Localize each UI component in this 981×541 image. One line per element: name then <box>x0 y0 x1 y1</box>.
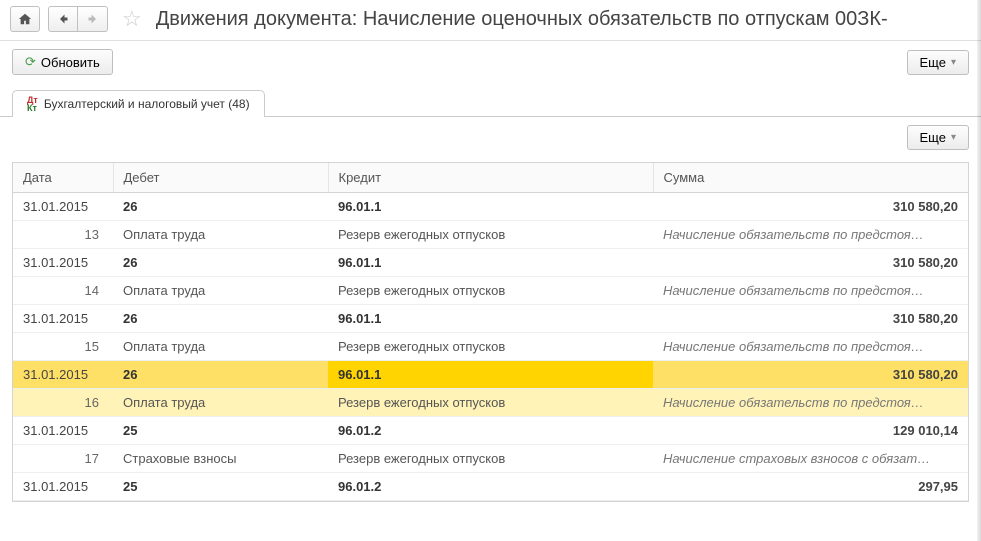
arrow-right-icon <box>87 13 99 25</box>
cell-debit: 26 <box>113 361 328 389</box>
cell-date: 31.01.2015 <box>13 305 113 333</box>
tab-accounting[interactable]: ДтКт Бухгалтерский и налоговый учет (48) <box>12 90 265 117</box>
cell-debit: 26 <box>113 305 328 333</box>
cell-note: Начисление обязательств по предстоя… <box>653 277 968 305</box>
table-row[interactable]: 31.01.20152696.01.1310 580,20 <box>13 361 968 389</box>
back-button[interactable] <box>48 6 78 32</box>
cell-seq: 13 <box>13 221 113 249</box>
table-detail-row[interactable]: 17Страховые взносыРезерв ежегодных отпус… <box>13 445 968 473</box>
cell-credit: 96.01.1 <box>328 361 653 389</box>
table-row[interactable]: 31.01.20152696.01.1310 580,20 <box>13 193 968 221</box>
cell-date: 31.01.2015 <box>13 193 113 221</box>
cell-note: Начисление обязательств по предстоя… <box>653 333 968 361</box>
table-row[interactable]: 31.01.20152596.01.2129 010,14 <box>13 417 968 445</box>
cell-debit-desc: Оплата труда <box>113 221 328 249</box>
table-row[interactable]: 31.01.20152696.01.1310 580,20 <box>13 249 968 277</box>
cell-credit: 96.01.2 <box>328 417 653 445</box>
cell-credit: 96.01.2 <box>328 473 653 501</box>
cell-credit-desc: Резерв ежегодных отпусков <box>328 445 653 473</box>
arrow-left-icon <box>57 13 69 25</box>
cell-seq: 17 <box>13 445 113 473</box>
cell-debit-desc: Оплата труда <box>113 389 328 417</box>
forward-button[interactable] <box>78 6 108 32</box>
tab-label: Бухгалтерский и налоговый учет (48) <box>44 97 250 111</box>
table-row[interactable]: 31.01.20152596.01.2297,95 <box>13 473 968 501</box>
cell-credit: 96.01.1 <box>328 249 653 277</box>
cell-sum: 129 010,14 <box>653 417 968 445</box>
cell-sum: 310 580,20 <box>653 193 968 221</box>
cell-credit-desc: Резерв ежегодных отпусков <box>328 389 653 417</box>
cell-sum: 310 580,20 <box>653 361 968 389</box>
cell-date: 31.01.2015 <box>13 473 113 501</box>
table-detail-row[interactable]: 14Оплата трудаРезерв ежегодных отпусковН… <box>13 277 968 305</box>
cell-date: 31.01.2015 <box>13 417 113 445</box>
col-sum[interactable]: Сумма <box>653 163 968 193</box>
cell-debit: 26 <box>113 249 328 277</box>
cell-debit: 25 <box>113 473 328 501</box>
cell-debit-desc: Оплата труда <box>113 333 328 361</box>
cell-debit: 26 <box>113 193 328 221</box>
cell-credit-desc: Резерв ежегодных отпусков <box>328 277 653 305</box>
table-detail-row[interactable]: 13Оплата трудаРезерв ежегодных отпусковН… <box>13 221 968 249</box>
refresh-icon: ⟳ <box>25 54 36 70</box>
cell-sum: 310 580,20 <box>653 305 968 333</box>
col-credit[interactable]: Кредит <box>328 163 653 193</box>
cell-seq: 15 <box>13 333 113 361</box>
cell-note: Начисление обязательств по предстоя… <box>653 221 968 249</box>
table-row[interactable]: 31.01.20152696.01.1310 580,20 <box>13 305 968 333</box>
cell-sum: 310 580,20 <box>653 249 968 277</box>
more-button-table[interactable]: Еще <box>907 125 969 150</box>
cell-debit-desc: Оплата труда <box>113 277 328 305</box>
cell-credit: 96.01.1 <box>328 305 653 333</box>
cell-seq: 14 <box>13 277 113 305</box>
table-header-row: Дата Дебет Кредит Сумма <box>13 163 968 193</box>
table-detail-row[interactable]: 16Оплата трудаРезерв ежегодных отпусковН… <box>13 389 968 417</box>
home-button[interactable] <box>10 6 40 32</box>
cell-note: Начисление обязательств по предстоя… <box>653 389 968 417</box>
cell-debit-desc: Страховые взносы <box>113 445 328 473</box>
table-detail-row[interactable]: 15Оплата трудаРезерв ежегодных отпусковН… <box>13 333 968 361</box>
page-title: Движения документа: Начисление оценочных… <box>156 8 888 31</box>
cell-debit: 25 <box>113 417 328 445</box>
refresh-label: Обновить <box>41 55 100 70</box>
more-label-table: Еще <box>920 130 946 145</box>
more-label: Еще <box>920 55 946 70</box>
favorite-star-icon[interactable]: ☆ <box>122 6 142 32</box>
movements-table: Дата Дебет Кредит Сумма 31.01.20152696.0… <box>12 162 969 502</box>
cell-credit: 96.01.1 <box>328 193 653 221</box>
cell-seq: 16 <box>13 389 113 417</box>
cell-credit-desc: Резерв ежегодных отпусков <box>328 333 653 361</box>
cell-date: 31.01.2015 <box>13 361 113 389</box>
cell-sum: 297,95 <box>653 473 968 501</box>
debit-credit-icon: ДтКт <box>27 96 38 112</box>
refresh-button[interactable]: ⟳ Обновить <box>12 49 113 75</box>
col-date[interactable]: Дата <box>13 163 113 193</box>
cell-note: Начисление страховых взносов с обязат… <box>653 445 968 473</box>
cell-credit-desc: Резерв ежегодных отпусков <box>328 221 653 249</box>
more-button-top[interactable]: Еще <box>907 50 969 75</box>
col-debit[interactable]: Дебет <box>113 163 328 193</box>
cell-date: 31.01.2015 <box>13 249 113 277</box>
home-icon <box>18 12 32 26</box>
